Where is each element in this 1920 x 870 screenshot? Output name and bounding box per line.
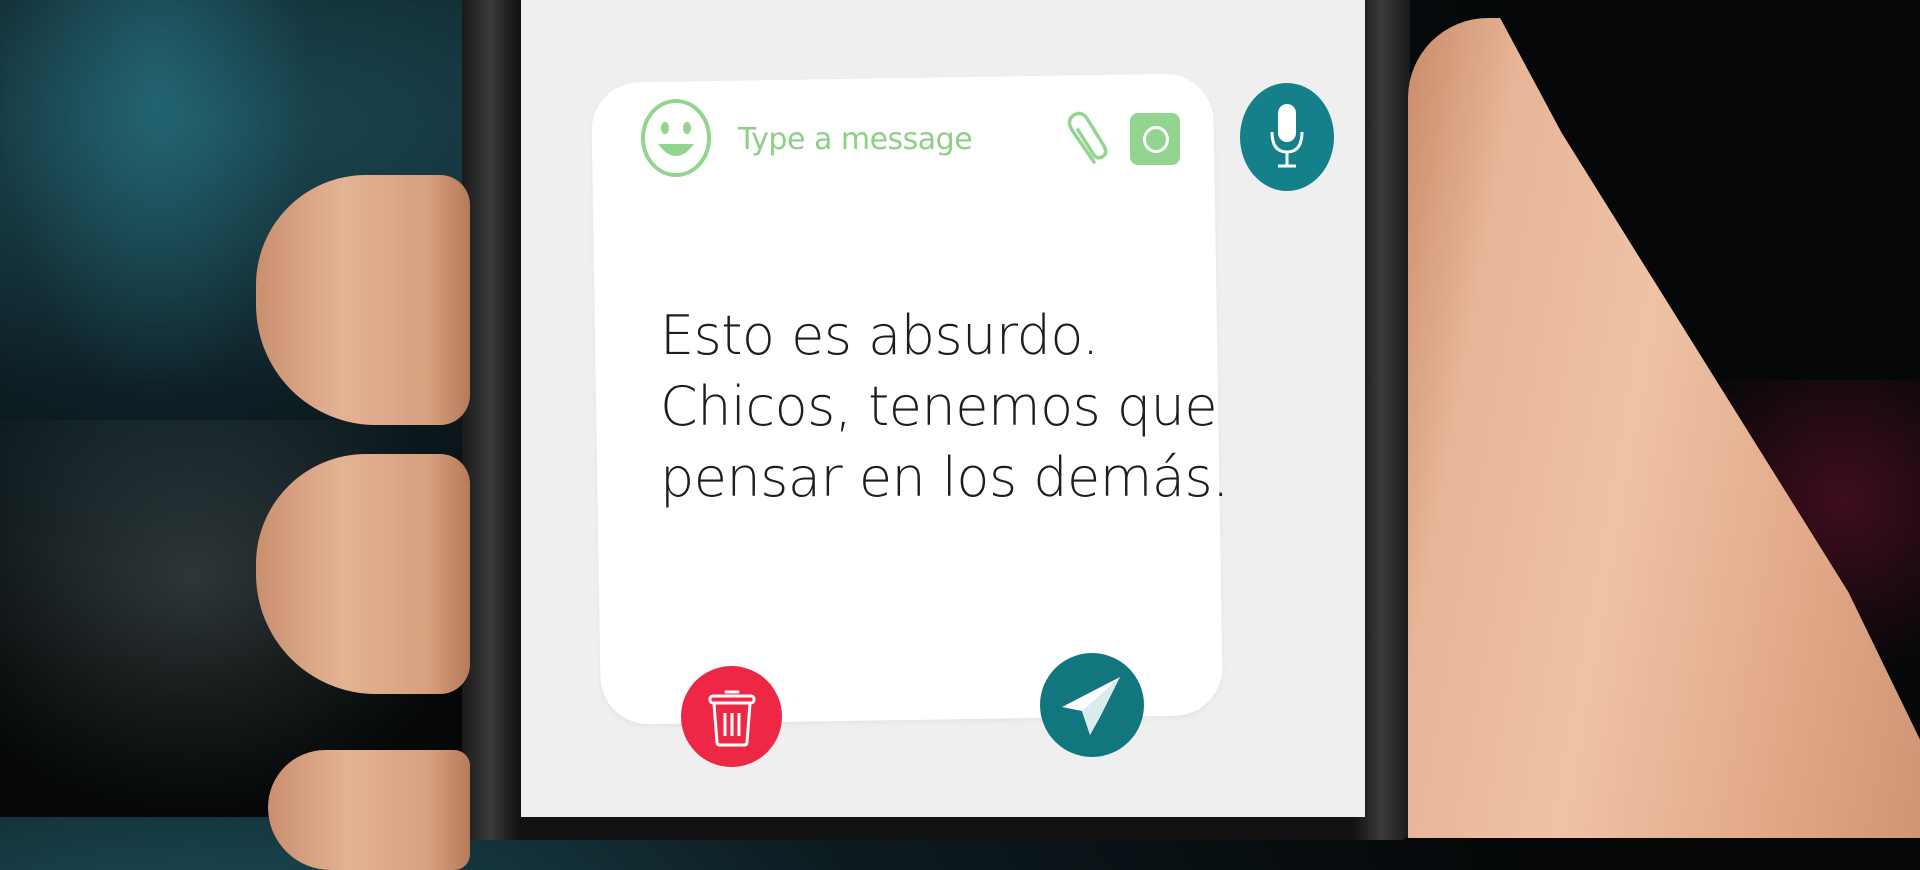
finger xyxy=(256,175,470,425)
message-line: pensar en los demás. xyxy=(660,446,1229,509)
paper-plane-icon xyxy=(1062,677,1120,735)
message-text: Esto es absurdo. Chicos, tenemos que pen… xyxy=(660,300,1229,513)
paperclip-icon[interactable] xyxy=(1064,110,1108,168)
trash-icon xyxy=(708,690,755,746)
camera-icon[interactable] xyxy=(1130,113,1180,165)
delete-button[interactable] xyxy=(681,666,782,767)
message-line: Chicos, tenemos que xyxy=(660,375,1218,438)
microphone-icon xyxy=(1270,104,1304,168)
send-button[interactable] xyxy=(1040,653,1144,757)
finger xyxy=(268,750,470,870)
message-line: Esto es absurdo. xyxy=(660,304,1099,367)
message-input[interactable]: Type a message xyxy=(738,122,973,157)
smiley-face-icon[interactable] xyxy=(640,98,712,178)
microphone-button[interactable] xyxy=(1240,83,1334,191)
